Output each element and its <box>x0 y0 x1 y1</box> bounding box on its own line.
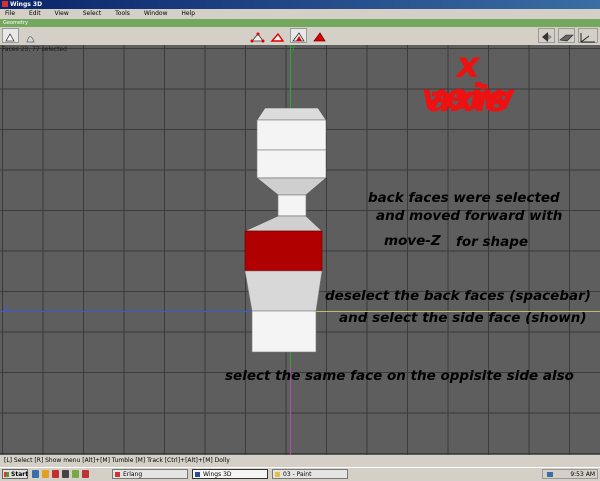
body-select-icon <box>313 32 326 42</box>
erlang-icon <box>115 472 120 477</box>
neck-face <box>277 194 307 217</box>
geometry-label: Geometry <box>3 20 28 26</box>
note-moved-forward: and moved forward with <box>376 208 563 224</box>
browser-icon[interactable] <box>42 470 49 478</box>
menu-tools[interactable]: Tools <box>115 9 130 19</box>
task-wings3d[interactable]: Wings 3D <box>192 469 268 479</box>
lower-taper-face <box>244 215 323 232</box>
geometry-window-tab[interactable]: Geometry <box>0 19 600 27</box>
upper-taper-face <box>256 177 327 196</box>
window-title: Wings 3D <box>10 1 43 8</box>
face-select-button[interactable] <box>290 28 307 43</box>
base-block-face <box>251 310 317 353</box>
note-opposite-side: select the same face on the oppisite sid… <box>225 368 574 384</box>
vertex-select-button[interactable] <box>249 28 266 43</box>
windows-flag-icon <box>4 472 9 477</box>
quicklaunch-folder-icon[interactable] <box>72 470 79 478</box>
menu-window[interactable]: Window <box>144 9 168 19</box>
task-paint-label: 03 - Paint <box>283 471 312 478</box>
view-left-icon <box>542 32 552 42</box>
axes-button[interactable] <box>578 28 598 43</box>
smooth-button[interactable] <box>22 28 39 43</box>
start-label: Start <box>11 471 29 478</box>
note-deselect: deselect the back faces (spacebar) <box>325 288 591 304</box>
quicklaunch-tool-icon[interactable] <box>62 470 69 478</box>
body-select-button[interactable] <box>311 28 328 43</box>
axes-icon <box>580 33 595 43</box>
menu-help[interactable]: Help <box>181 9 195 19</box>
task-paint[interactable]: 03 - Paint <box>272 469 348 479</box>
workmode-button[interactable] <box>2 28 19 43</box>
groundplane-button[interactable] <box>558 28 575 43</box>
edge-select-button[interactable] <box>269 28 286 43</box>
status-help-text: [L] Select [R] Show menu [Alt]+[M] Tumbl… <box>4 457 230 464</box>
note-back-faces: back faces were selected <box>368 190 560 206</box>
view-button[interactable] <box>538 28 555 43</box>
task-wings3d-label: Wings 3D <box>203 471 232 478</box>
upper-block-lower-face <box>256 149 327 179</box>
paint-icon <box>275 472 280 477</box>
menu-select[interactable]: Select <box>83 9 102 19</box>
note-select-side: and select the side face (shown) <box>339 310 587 326</box>
menu-bar: File Edit View Select Tools Window Help <box>0 9 600 19</box>
status-bar: [L] Select [R] Show menu [Alt]+[M] Tumbl… <box>0 455 600 467</box>
annotation-title-line2: veiw <box>421 77 515 118</box>
volume-icon[interactable] <box>547 472 553 477</box>
toolbar <box>0 27 600 46</box>
menu-edit[interactable]: Edit <box>29 9 41 19</box>
task-erlang-label: Erlang <box>123 471 143 478</box>
groundplane-icon <box>559 34 574 42</box>
upper-block-face <box>256 119 327 151</box>
quicklaunch-app-icon[interactable] <box>52 470 59 478</box>
task-erlang[interactable]: Erlang <box>112 469 188 479</box>
smooth-icon <box>26 36 35 43</box>
menu-file[interactable]: File <box>5 9 15 19</box>
system-tray: 9:53 AM <box>542 469 598 479</box>
taskbar: Start Erlang Wings 3D 03 - Paint 9:53 AM <box>0 467 600 481</box>
vertex-select-icon <box>250 32 265 43</box>
start-button[interactable]: Start <box>2 469 28 479</box>
top-cap-face <box>256 107 327 121</box>
show-desktop-icon[interactable] <box>32 470 39 478</box>
flared-skirt-face <box>244 270 323 312</box>
wings3d-icon <box>195 472 200 477</box>
workmode-icon <box>5 33 15 42</box>
menu-view[interactable]: View <box>55 9 69 19</box>
note-move-z: move-Z <box>384 233 441 249</box>
note-for-shape: for shape <box>456 234 529 250</box>
title-bar: Wings 3D <box>0 0 600 9</box>
edge-select-icon <box>270 32 285 42</box>
geometry-viewport[interactable]: Faces 23, 77 selected Y Z x axis veiw ba… <box>0 45 600 455</box>
selected-side-face <box>244 230 323 272</box>
face-select-icon <box>292 32 305 42</box>
quicklaunch-media-icon[interactable] <box>82 470 89 478</box>
wings-app-icon <box>2 1 8 7</box>
clock[interactable]: 9:53 AM <box>570 471 595 478</box>
